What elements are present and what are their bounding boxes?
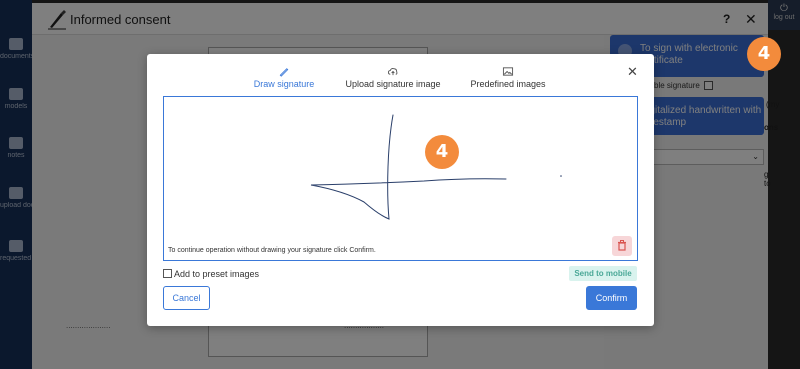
modal-close-button[interactable]: ✕	[627, 64, 638, 80]
signature-hint: To continue operation without drawing yo…	[168, 247, 376, 254]
tab-upload-signature-image[interactable]: Upload signature image	[343, 66, 443, 89]
drawn-signature-stroke	[310, 114, 562, 220]
tab-label: Upload signature image	[345, 79, 441, 89]
pen-icon	[279, 68, 289, 77]
signature-canvas[interactable]: To continue operation without drawing yo…	[163, 96, 638, 261]
step-badge: 4	[425, 135, 459, 169]
image-icon	[502, 67, 514, 76]
confirm-button[interactable]: Confirm	[586, 286, 637, 310]
signature-tabs: Draw signature Upload signature image Pr…	[147, 66, 654, 90]
send-to-mobile-button[interactable]: Send to mobile	[569, 266, 637, 281]
add-to-preset-checkbox[interactable]: Add to preset images	[163, 269, 259, 279]
cloud-upload-icon	[387, 68, 398, 76]
step-badge: 4	[747, 37, 781, 71]
tab-label: Draw signature	[253, 79, 315, 89]
tab-label: Predefined images	[470, 79, 546, 89]
trash-icon	[618, 240, 626, 251]
tab-draw-signature[interactable]: Draw signature	[247, 66, 321, 89]
checkbox-label: Add to preset images	[174, 269, 260, 279]
signature-modal: Draw signature Upload signature image Pr…	[147, 54, 654, 326]
clear-signature-button[interactable]	[612, 236, 632, 256]
checkbox-box[interactable]	[163, 269, 172, 278]
tab-predefined-images[interactable]: Predefined images	[467, 66, 549, 89]
cancel-button[interactable]: Cancel	[163, 286, 210, 310]
